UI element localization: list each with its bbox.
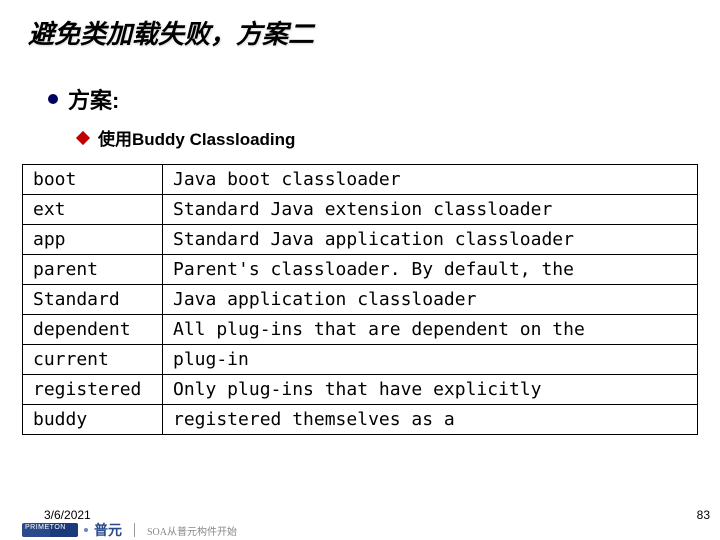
value-cell: Standard Java extension classloader — [163, 195, 698, 225]
key-cell: registered — [23, 375, 163, 405]
key-cell: current — [23, 345, 163, 375]
table-row: currentplug-in — [23, 345, 698, 375]
primeton-logo-icon — [22, 523, 78, 537]
disc-icon — [48, 94, 58, 104]
key-cell: parent — [23, 255, 163, 285]
value-cell: Java application classloader — [163, 285, 698, 315]
logo-block: 普元 SOA从普元构件开始 — [22, 520, 237, 540]
key-cell: dependent — [23, 315, 163, 345]
table-row: parentParent's classloader. By default, … — [23, 255, 698, 285]
value-cell: All plug-ins that are dependent on the — [163, 315, 698, 345]
value-cell: plug-in — [163, 345, 698, 375]
page-number: 83 — [697, 508, 710, 522]
value-cell: Standard Java application classloader — [163, 225, 698, 255]
value-cell: Parent's classloader. By default, the — [163, 255, 698, 285]
table-row: appStandard Java application classloader — [23, 225, 698, 255]
key-cell: ext — [23, 195, 163, 225]
bullet-block: 方案: 使用Buddy Classloading — [48, 83, 720, 150]
key-cell: app — [23, 225, 163, 255]
table-body: bootJava boot classloaderextStandard Jav… — [23, 165, 698, 435]
sub-bullet-text: 使用Buddy Classloading — [98, 125, 295, 150]
table-row: StandardJava application classloader — [23, 285, 698, 315]
bullet-row: 方案: — [48, 83, 720, 115]
brand-cn: 普元 — [94, 520, 122, 540]
key-cell: buddy — [23, 405, 163, 435]
table-row: registeredOnly plug-ins that have explic… — [23, 375, 698, 405]
classloader-table: bootJava boot classloaderextStandard Jav… — [22, 164, 698, 435]
dot-icon — [84, 528, 88, 532]
table-row: dependentAll plug-ins that are dependent… — [23, 315, 698, 345]
value-cell: Java boot classloader — [163, 165, 698, 195]
key-cell: boot — [23, 165, 163, 195]
table-row: bootJava boot classloader — [23, 165, 698, 195]
table-row: extStandard Java extension classloader — [23, 195, 698, 225]
bullet-text: 方案: — [68, 83, 119, 115]
value-cell: Only plug-ins that have explicitly — [163, 375, 698, 405]
separator-icon — [134, 523, 135, 537]
tagline: SOA从普元构件开始 — [147, 523, 237, 538]
table-row: buddyregistered themselves as a — [23, 405, 698, 435]
slide-title: 避免类加载失败，方案二 — [0, 0, 720, 51]
sub-bullet-row: 使用Buddy Classloading — [78, 125, 720, 150]
key-cell: Standard — [23, 285, 163, 315]
diamond-icon — [76, 130, 90, 144]
value-cell: registered themselves as a — [163, 405, 698, 435]
